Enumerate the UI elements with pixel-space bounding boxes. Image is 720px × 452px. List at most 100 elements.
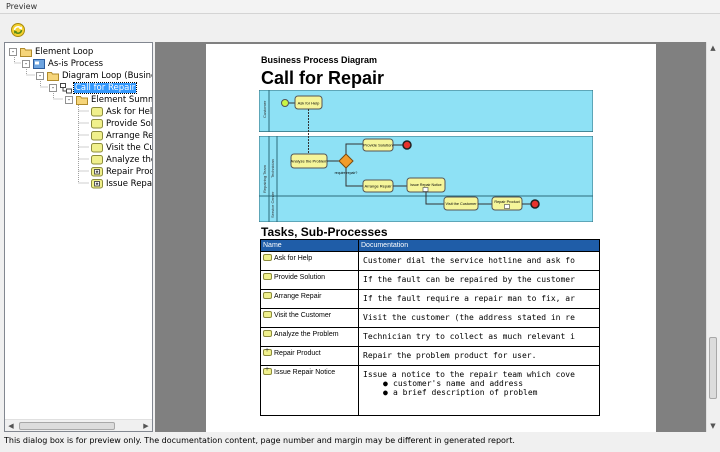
tree-item-task[interactable]: Visit the Cust — [91, 142, 152, 154]
bullet-item: a brief description of problem — [383, 388, 595, 397]
refresh-icon — [11, 23, 25, 37]
tree-item-subprocess[interactable]: Repair Produ — [91, 166, 152, 178]
folder-open-icon — [47, 71, 59, 81]
task-name: Analyze the Problem — [274, 331, 339, 338]
column-header-name: Name — [260, 239, 359, 252]
document-kicker: Business Process Diagram — [261, 55, 378, 65]
tree-item-element-loop[interactable]: - Element Loop — [9, 46, 94, 58]
tree-item-task[interactable]: Analyze the I — [91, 154, 152, 166]
tree-item-element-summary[interactable]: - Element Summar — [65, 94, 152, 106]
pool-label-service-center: Service Center — [270, 191, 275, 218]
task-icon — [91, 119, 103, 129]
scroll-up-arrow-icon[interactable]: ▲ — [707, 42, 719, 54]
report-preview[interactable]: Business Process Diagram Call for Repair… — [155, 42, 706, 432]
task-analyze-the-problem: Analyze the Problem — [291, 159, 329, 164]
tree-item-call-for-repair[interactable]: - Call for Repair — [49, 82, 138, 94]
scroll-down-arrow-icon[interactable]: ▼ — [707, 420, 719, 432]
collapse-toggle[interactable]: - — [36, 72, 44, 80]
section-title: Tasks, Sub-Processes — [261, 225, 388, 239]
table-row: Issue Repair Notice Issue a notice to th… — [260, 365, 600, 416]
tree-item-label: As-is Process — [48, 59, 104, 69]
tree-item-label: Visit the Cust — [106, 143, 152, 153]
documentation-cell: If the fault require a repair man to fix… — [358, 289, 600, 309]
task-icon — [91, 155, 103, 165]
collapse-toggle[interactable]: - — [22, 60, 30, 68]
tree-item-label: Diagram Loop (Business P — [62, 71, 152, 81]
documentation-cell: Customer dial the service hotline and as… — [358, 251, 600, 271]
table-row: Repair Product Repair the problem produc… — [260, 346, 600, 366]
tree-item-label: Ask for Help — [106, 107, 153, 117]
tree-item-task[interactable]: Arrange Rep — [91, 130, 152, 142]
tree-item-label: Element Loop — [35, 47, 94, 57]
table-row: Ask for Help Customer dial the service h… — [260, 251, 600, 271]
task-name: Issue Repair Notice — [274, 369, 336, 376]
tree-item-as-is-process[interactable]: - As-is Process — [22, 58, 104, 70]
tree-item-label: Repair Produ — [106, 167, 152, 177]
tree-item-label: Element Summar — [91, 95, 152, 105]
bpd-diagram-icon — [60, 82, 72, 93]
task-icon — [91, 107, 103, 117]
task-name-cell: Issue Repair Notice — [260, 365, 359, 416]
document-title: Call for Repair — [261, 68, 385, 88]
refresh-button[interactable] — [8, 20, 28, 40]
element-tree[interactable]: - Element Loop - As-is Process - Diagram… — [4, 42, 153, 432]
subprocess-icon — [263, 367, 272, 375]
tree-item-diagram-loop[interactable]: - Diagram Loop (Business P — [36, 70, 152, 82]
task-icon — [91, 143, 103, 153]
tree-item-label: Provide Solut — [106, 119, 153, 129]
report-page: Business Process Diagram Call for Repair… — [206, 44, 656, 432]
subprocess-icon — [263, 348, 272, 356]
scrollbar-thumb[interactable] — [709, 337, 717, 399]
table-row: Analyze the Problem Technician try to co… — [260, 327, 600, 347]
tree-item-label: Call for Repair — [72, 82, 138, 94]
task-icon — [263, 330, 272, 337]
folder-open-icon — [20, 47, 32, 57]
tree-item-task[interactable]: Ask for Help — [91, 106, 153, 118]
table-header-row: Name Documentation — [260, 239, 600, 252]
folder-open-icon — [76, 95, 88, 105]
tree-item-subprocess[interactable]: Issue Repair — [91, 178, 152, 190]
dialog-title-bar: Preview — [0, 0, 720, 14]
tree-item-task[interactable]: Provide Solut — [91, 118, 153, 130]
task-name-cell: Analyze the Problem — [260, 327, 359, 347]
pool-label-customer: Customer — [262, 100, 267, 118]
task-arrange-repair: Arrange Repair — [364, 184, 392, 189]
table-row: Provide Solution If the fault can be rep… — [260, 270, 600, 290]
task-name-cell: Provide Solution — [260, 270, 359, 290]
documentation-bullet-list: customer's name and address a brief desc… — [363, 379, 595, 397]
documentation-cell: Repair the problem product for user. — [358, 346, 600, 366]
documentation-cell: Technician try to collect as much releva… — [358, 327, 600, 347]
documentation-cell: If the fault can be repaired by the cust… — [358, 270, 600, 290]
tree-horizontal-scrollbar[interactable]: ◀ ▶ — [5, 419, 152, 431]
status-text: This dialog box is for preview only. The… — [4, 436, 515, 445]
task-ask-for-help: Ask for Help — [298, 101, 321, 106]
task-icon — [263, 311, 272, 318]
task-icon — [91, 131, 103, 141]
collapse-toggle[interactable]: - — [49, 84, 57, 92]
documentation-cell: Visit the customer (the address stated i… — [358, 308, 600, 328]
task-name-cell: Repair Product — [260, 346, 359, 366]
task-name: Visit the Customer — [274, 312, 332, 319]
tasks-table: Name Documentation Ask for Help Customer… — [260, 239, 600, 416]
task-name: Repair Product — [274, 350, 321, 357]
business-process-diagram: Customer Technician Repairing Team Servi… — [259, 90, 593, 222]
task-issue-repair-notice: Issue Repair Notice — [410, 183, 441, 187]
scroll-right-arrow-icon[interactable]: ▶ — [140, 420, 152, 431]
preview-vertical-scrollbar[interactable]: ▲ ▼ — [706, 42, 718, 432]
task-visit-the-customer: Visit the Customer — [446, 202, 478, 206]
task-repair-product: Repair Product — [494, 200, 520, 204]
table-row: Arrange Repair If the fault require a re… — [260, 289, 600, 309]
scroll-left-arrow-icon[interactable]: ◀ — [5, 420, 17, 431]
collapse-toggle[interactable]: - — [9, 48, 17, 56]
column-header-documentation: Documentation — [358, 239, 600, 252]
subprocess-icon — [91, 179, 103, 189]
task-icon — [263, 254, 272, 261]
dialog-title: Preview — [6, 2, 38, 11]
task-name-cell: Ask for Help — [260, 251, 359, 271]
collapse-toggle[interactable]: - — [65, 96, 73, 104]
task-name: Arrange Repair — [274, 293, 322, 300]
task-icon — [263, 292, 272, 299]
scrollbar-thumb[interactable] — [19, 422, 115, 430]
task-name: Ask for Help — [274, 255, 313, 262]
task-provide-solution: Provide Solution — [363, 143, 392, 148]
